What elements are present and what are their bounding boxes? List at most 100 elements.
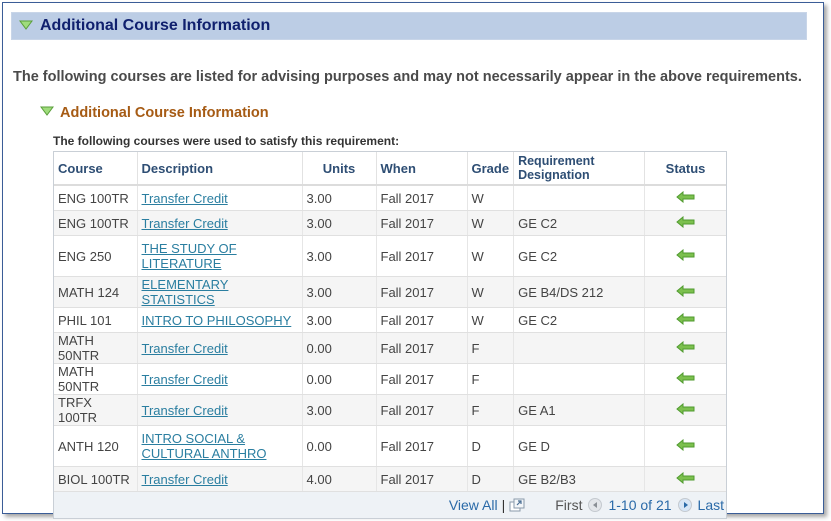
units-value: 3.00 — [306, 312, 332, 328]
when-value: Fall 2017 — [380, 438, 434, 454]
column-header-when: When — [376, 152, 468, 186]
course-description-link[interactable]: THE STUDY OF LITERATURE — [142, 241, 237, 271]
status-cell — [644, 276, 726, 308]
when-value: Fall 2017 — [380, 340, 434, 356]
when-cell: Fall 2017 — [376, 185, 468, 211]
when-cell: Fall 2017 — [376, 466, 468, 492]
units-cell: 3.00 — [302, 307, 377, 333]
next-page-button[interactable] — [677, 498, 692, 512]
when-cell: Fall 2017 — [376, 276, 468, 308]
description-cell: Transfer Credit — [137, 363, 303, 395]
description-cell: ELEMENTARY STATISTICS — [137, 276, 303, 308]
triangle-down-icon[interactable] — [40, 106, 54, 116]
when-value: Fall 2017 — [380, 471, 434, 487]
table-row: PHIL 101 INTRO TO PHILOSOPHY 3.00 Fall 2017… — [54, 307, 726, 333]
taken-arrow-icon — [675, 312, 695, 325]
designation-value: GE B2/B3 — [518, 471, 576, 487]
when-cell: Fall 2017 — [376, 363, 468, 395]
table-row: BIOL 100TR Transfer Credit 4.00 Fall 2017 D G… — [54, 466, 726, 492]
description-cell: Transfer Credit — [137, 394, 303, 426]
when-cell: Fall 2017 — [376, 332, 468, 364]
designation-cell — [513, 363, 646, 395]
when-value: Fall 2017 — [380, 215, 434, 231]
course-description-link[interactable]: Transfer Credit — [142, 372, 228, 387]
units-cell: 0.00 — [302, 363, 377, 395]
grade-value: W — [471, 215, 484, 231]
previous-page-button[interactable] — [588, 498, 603, 512]
status-cell — [644, 332, 726, 364]
column-header-requirement-designation: Requirement Designation — [513, 152, 646, 186]
units-value: 3.00 — [306, 248, 332, 264]
when-cell: Fall 2017 — [376, 394, 468, 426]
table-row: TRFX 100TR Transfer Credit 3.00 Fall 2017 F G… — [54, 394, 726, 426]
grade-cell: D — [467, 466, 515, 492]
column-header-course: Course — [54, 152, 138, 186]
designation-cell — [513, 332, 646, 364]
designation-value: GE D — [518, 438, 550, 454]
chevron-left-icon — [593, 502, 598, 508]
when-value: Fall 2017 — [380, 402, 434, 418]
popout-icon[interactable] — [509, 498, 525, 512]
course-value: MATH 50NTR — [58, 333, 100, 363]
subsection-title: Additional Course Information — [60, 105, 269, 121]
courses-grid: Course Description Units When Grade Requ… — [53, 151, 727, 519]
table-row: ENG 100TR Transfer Credit 3.00 Fall 2017 W — [54, 185, 726, 211]
units-cell: 0.00 — [302, 332, 377, 364]
units-cell: 3.00 — [302, 185, 377, 211]
taken-arrow-icon — [675, 402, 695, 415]
page-range: 1-10 of 21 — [608, 497, 672, 513]
course-cell: ANTH 120 — [54, 425, 138, 467]
units-cell: 4.00 — [302, 466, 377, 492]
course-value: ANTH 120 — [58, 438, 119, 454]
course-cell: MATH 124 — [54, 276, 138, 308]
description-cell: Transfer Credit — [137, 185, 303, 211]
grade-value: F — [471, 402, 480, 418]
section-title: Additional Course Information — [40, 17, 271, 34]
course-description-link[interactable]: Transfer Credit — [142, 472, 228, 487]
description-cell: INTRO SOCIAL & CULTURAL ANTHRO — [137, 425, 303, 467]
chevron-right-icon — [683, 502, 688, 508]
designation-value: GE A1 — [518, 402, 556, 418]
table-row: MATH 124 ELEMENTARY STATISTICS 3.00 Fall 20… — [54, 276, 726, 308]
grade-cell: D — [467, 425, 515, 467]
course-description-link[interactable]: ELEMENTARY STATISTICS — [142, 277, 229, 307]
designation-cell: GE C2 — [513, 210, 646, 236]
grade-value: D — [471, 438, 481, 454]
designation-value: GE C2 — [518, 312, 558, 328]
units-value: 4.00 — [306, 471, 332, 487]
intro-text: The following courses are listed for adv… — [13, 69, 802, 85]
when-cell: Fall 2017 — [376, 307, 468, 333]
status-cell — [644, 307, 726, 333]
grade-cell: W — [467, 307, 515, 333]
triangle-down-icon[interactable] — [19, 20, 33, 30]
table-row: MATH 50NTR Transfer Credit 0.00 Fall 2017 F — [54, 332, 726, 364]
description-cell: THE STUDY OF LITERATURE — [137, 235, 303, 277]
column-header-description: Description — [137, 152, 303, 186]
grade-cell: F — [467, 332, 515, 364]
course-description-link[interactable]: INTRO TO PHILOSOPHY — [142, 313, 292, 328]
grade-value: W — [471, 312, 484, 328]
course-description-link[interactable]: Transfer Credit — [142, 191, 228, 206]
description-cell: Transfer Credit — [137, 210, 303, 236]
course-description-link[interactable]: Transfer Credit — [142, 216, 228, 231]
section-header[interactable]: Additional Course Information — [11, 12, 807, 40]
grade-value: D — [471, 471, 481, 487]
separator: | — [501, 497, 506, 513]
course-description-link[interactable]: INTRO SOCIAL & CULTURAL ANTHRO — [142, 431, 267, 461]
course-description-link[interactable]: Transfer Credit — [142, 403, 228, 418]
course-cell: BIOL 100TR — [54, 466, 138, 492]
designation-cell: GE B4/DS 212 — [513, 276, 646, 308]
status-cell — [644, 210, 726, 236]
description-cell: Transfer Credit — [137, 332, 303, 364]
course-cell: ENG 100TR — [54, 210, 138, 236]
designation-cell: GE A1 — [513, 394, 646, 426]
courses-table: Course Description Units When Grade Requ… — [54, 152, 726, 492]
grade-value: W — [471, 284, 484, 300]
view-all-link[interactable]: View All — [449, 497, 498, 513]
grade-cell: F — [467, 394, 515, 426]
course-value: MATH 124 — [58, 284, 120, 300]
last-page-link[interactable]: Last — [698, 497, 724, 513]
first-page-label: First — [555, 497, 583, 513]
status-cell — [644, 185, 726, 211]
course-description-link[interactable]: Transfer Credit — [142, 341, 228, 356]
